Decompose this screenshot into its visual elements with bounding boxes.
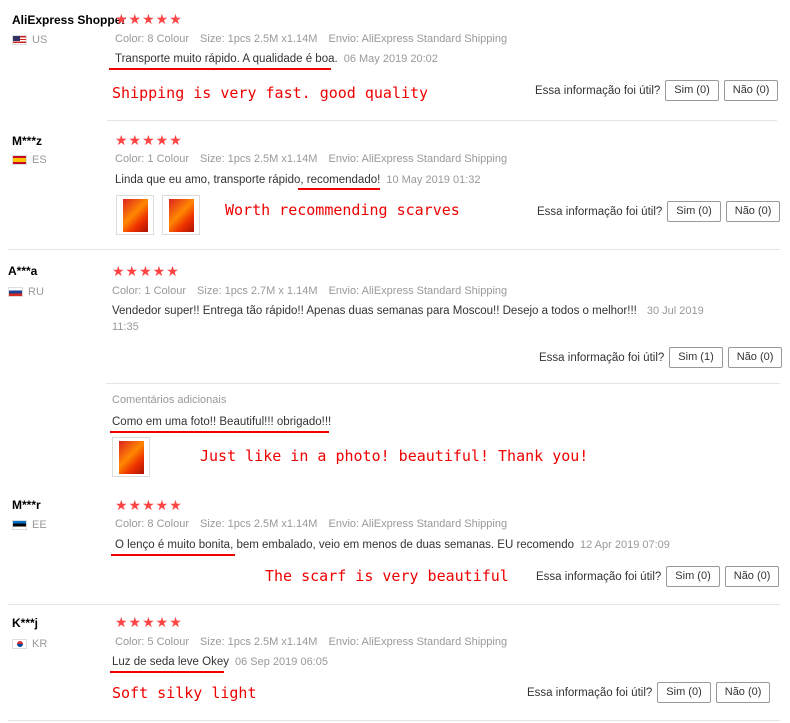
annotation-text: Worth recommending scarves bbox=[225, 201, 460, 219]
reviewer-country: US bbox=[12, 34, 47, 46]
star-rating: ★★★★★ bbox=[115, 614, 183, 630]
helpful-no-button[interactable]: Não (0) bbox=[715, 682, 771, 703]
annotation-text: Shipping is very fast. good quality bbox=[112, 84, 429, 102]
review-meta: Color: 8 Colour Size: 1pcs 2.5M x1.14M E… bbox=[115, 518, 508, 530]
red-underline bbox=[111, 554, 235, 556]
helpful-prompt: Essa informação foi útil? Sim (0) Não (0… bbox=[537, 201, 781, 222]
review-text: O lenço é muito bonita, bem embalado, ve… bbox=[115, 539, 670, 551]
review-meta: Color: 1 Colour Size: 1pcs 2.7M x 1.14M … bbox=[112, 285, 508, 297]
star-rating: ★★★★★ bbox=[115, 497, 183, 513]
star-rating: ★★★★★ bbox=[115, 11, 183, 27]
ee-flag-icon bbox=[12, 520, 27, 530]
helpful-prompt: Essa informação foi útil? Sim (0) Não (0… bbox=[535, 80, 779, 101]
review-photo[interactable] bbox=[162, 195, 200, 235]
star-rating: ★★★★★ bbox=[115, 132, 183, 148]
review-photo[interactable] bbox=[116, 195, 154, 235]
red-underline bbox=[109, 68, 331, 70]
red-underline bbox=[110, 671, 224, 673]
review-photo[interactable] bbox=[112, 437, 150, 477]
reviewer-country: ES bbox=[12, 154, 47, 166]
helpful-yes-button[interactable]: Sim (0) bbox=[657, 682, 711, 703]
es-flag-icon bbox=[12, 155, 27, 165]
reviewer-name: M***r bbox=[12, 498, 41, 512]
review-date: 11:35 bbox=[112, 321, 139, 333]
review-text: Transporte muito rápido. A qualidade é b… bbox=[115, 53, 438, 65]
helpful-no-button[interactable]: Não (0) bbox=[725, 201, 781, 222]
helpful-no-button[interactable]: Não (0) bbox=[723, 80, 779, 101]
ru-flag-icon bbox=[8, 287, 23, 297]
helpful-yes-button[interactable]: Sim (1) bbox=[669, 347, 723, 368]
helpful-yes-button[interactable]: Sim (0) bbox=[665, 80, 719, 101]
review-meta: Color: 5 Colour Size: 1pcs 2.5M x1.14M E… bbox=[115, 636, 508, 648]
red-underline bbox=[298, 188, 380, 190]
review-text: Luz de seda leve Okey 06 Sep 2019 06:05 bbox=[112, 656, 328, 668]
us-flag-icon bbox=[12, 35, 27, 45]
star-rating: ★★★★★ bbox=[112, 263, 180, 279]
annotation-text: Just like in a photo! beautiful! Thank y… bbox=[200, 447, 589, 465]
red-underline bbox=[110, 431, 329, 433]
helpful-no-button[interactable]: Não (0) bbox=[727, 347, 783, 368]
reviewer-country: EE bbox=[12, 519, 47, 531]
review-meta: Color: 8 Colour Size: 1pcs 2.5M x1.14M E… bbox=[115, 33, 508, 45]
review-text: Linda que eu amo, transporte rápido, rec… bbox=[115, 174, 481, 186]
kr-flag-icon bbox=[12, 639, 27, 649]
divider bbox=[8, 604, 780, 605]
reviewer-country: RU bbox=[8, 286, 44, 298]
reviewer-country: KR bbox=[12, 638, 47, 650]
helpful-yes-button[interactable]: Sim (0) bbox=[667, 201, 721, 222]
reviewer-name: M***z bbox=[12, 134, 43, 148]
annotation-text: Soft silky light bbox=[112, 684, 257, 702]
helpful-no-button[interactable]: Não (0) bbox=[724, 566, 780, 587]
divider bbox=[8, 720, 780, 721]
divider bbox=[107, 120, 777, 121]
additional-comments-title: Comentários adicionais bbox=[112, 394, 227, 406]
reviewer-name: A***a bbox=[8, 264, 38, 278]
reviewer-name: AliExpress Shopper bbox=[12, 13, 127, 27]
additional-comment-text: Como em uma foto!! Beautiful!!! obrigado… bbox=[112, 416, 332, 428]
reviewer-name: K***j bbox=[12, 616, 39, 630]
review-text: Vendedor super!! Entrega tão rápido!! Ap… bbox=[112, 305, 704, 317]
annotation-text: The scarf is very beautiful bbox=[265, 567, 509, 585]
helpful-prompt: Essa informação foi útil? Sim (0) Não (0… bbox=[527, 682, 771, 703]
divider bbox=[8, 249, 780, 250]
helpful-prompt: Essa informação foi útil? Sim (1) Não (0… bbox=[539, 347, 783, 368]
helpful-prompt: Essa informação foi útil? Sim (0) Não (0… bbox=[536, 566, 780, 587]
helpful-yes-button[interactable]: Sim (0) bbox=[666, 566, 720, 587]
review-meta: Color: 1 Colour Size: 1pcs 2.5M x1.14M E… bbox=[115, 153, 508, 165]
divider bbox=[106, 383, 780, 384]
